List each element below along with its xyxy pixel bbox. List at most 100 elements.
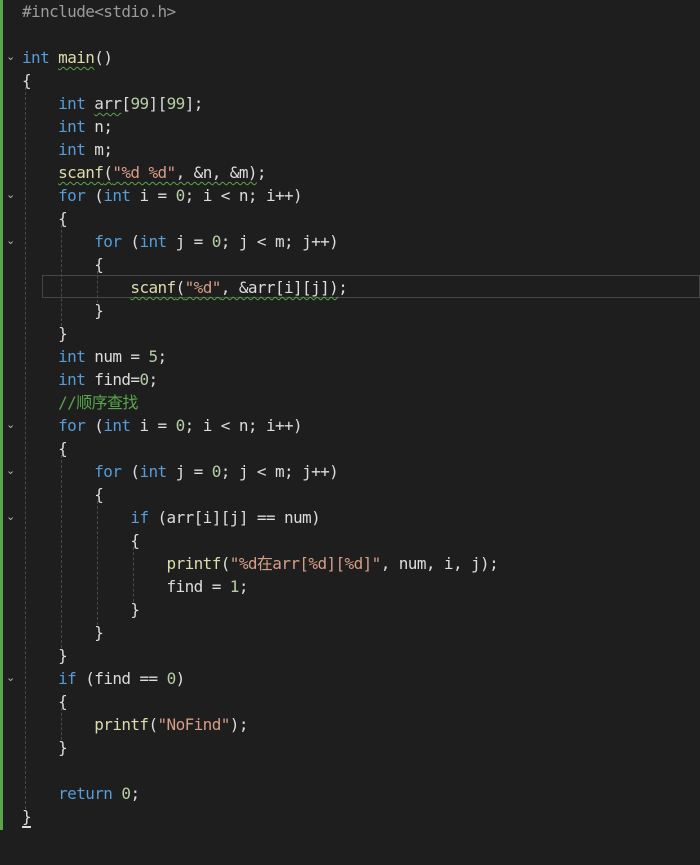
fold-chevron-icon[interactable]: ⌄: [6, 189, 16, 200]
code-token: "%d": [184, 278, 222, 297]
code-token: }: [22, 738, 68, 757]
code-token: ;: [157, 347, 168, 366]
code-token: 0: [175, 186, 186, 205]
code-token: ;: [238, 577, 249, 596]
fold-chevron-icon[interactable]: ⌄: [6, 465, 16, 476]
code-token: (: [148, 715, 158, 734]
code-token: int: [58, 140, 86, 159]
code-line[interactable]: int find=0;: [22, 368, 158, 391]
code-line[interactable]: {: [22, 483, 104, 506]
code-line[interactable]: printf("NoFind");: [22, 713, 248, 736]
code-token: (: [103, 163, 113, 182]
code-token: ;: [338, 278, 348, 297]
code-line[interactable]: }: [22, 598, 140, 621]
code-token: ; j < m; j++): [220, 232, 339, 251]
code-line[interactable]: int m;: [22, 138, 113, 161]
code-token: (): [94, 48, 113, 67]
fold-gutter[interactable]: ⌄ ⌄ ⌄ ⌄ ⌄ ⌄ ⌄: [3, 0, 18, 865]
code-line[interactable]: //顺序查找: [22, 391, 138, 414]
code-token: ; i < n; i++): [184, 416, 303, 435]
code-token: ;: [256, 163, 267, 182]
code-token: find=: [85, 370, 140, 389]
code-token: 0: [175, 416, 186, 435]
code-token: if: [130, 508, 149, 527]
code-line[interactable]: scanf("%d %d", &n, &m);: [22, 161, 266, 184]
code-line[interactable]: for (int j = 0; j < m; j++): [22, 460, 339, 483]
indent-guide: [61, 708, 63, 740]
indent-guide: [61, 225, 63, 326]
code-token: printf: [166, 554, 222, 573]
code-line[interactable]: return 0;: [22, 782, 140, 805]
code-token: int: [103, 416, 131, 435]
code-line[interactable]: for (int j = 0; j < m; j++): [22, 230, 339, 253]
code-line[interactable]: int arr[99][99];: [22, 92, 203, 115]
code-token: "NoFind": [157, 715, 231, 734]
code-line[interactable]: }: [22, 805, 32, 828]
code-token: for: [58, 186, 86, 205]
code-line[interactable]: for (int i = 0; i < n; i++): [22, 414, 303, 437]
code-token: ; i < n; i++): [184, 186, 303, 205]
code-token: scanf: [130, 278, 176, 297]
code-line[interactable]: if (arr[i][j] == num): [22, 506, 320, 529]
code-line[interactable]: #include<stdio.h>: [22, 0, 176, 23]
code-token: , &n, &m): [175, 163, 258, 182]
code-token: ][: [148, 94, 168, 113]
code-token: j =: [166, 462, 212, 481]
code-token: }: [22, 646, 68, 665]
code-token: n;: [85, 117, 113, 136]
code-token: ];: [184, 94, 204, 113]
code-token: 99: [166, 94, 186, 113]
code-token: <stdio.h>: [94, 2, 176, 21]
code-line[interactable]: printf("%d在arr[%d][%d]", num, i, j);: [22, 552, 499, 575]
code-token: {: [22, 485, 104, 504]
code-token: m;: [85, 140, 113, 159]
code-line[interactable]: int main(): [22, 46, 113, 69]
fold-chevron-icon[interactable]: ⌄: [6, 51, 16, 62]
code-token: arr: [94, 94, 122, 113]
code-line[interactable]: {: [22, 253, 104, 276]
code-token: }: [22, 600, 140, 619]
indent-guide: [97, 501, 99, 625]
code-token: {: [22, 531, 140, 550]
code-token: scanf: [58, 163, 104, 182]
code-line[interactable]: {: [22, 529, 140, 552]
code-token: (: [220, 554, 231, 573]
code-line[interactable]: if (find == 0): [22, 667, 185, 690]
code-line[interactable]: {: [22, 69, 32, 92]
code-token: , &arr[i][j]): [220, 278, 339, 297]
code-token: (: [175, 278, 186, 297]
code-token: "%d在arr[%d][%d]": [229, 554, 382, 573]
code-line[interactable]: }: [22, 621, 104, 644]
code-line[interactable]: int n;: [22, 115, 113, 138]
code-token: 1: [229, 577, 240, 596]
code-token: }: [22, 324, 68, 343]
code-token: main: [58, 48, 95, 67]
code-token: 5: [148, 347, 158, 366]
code-token: , num, i, j);: [380, 554, 499, 573]
code-line[interactable]: int num = 5;: [22, 345, 167, 368]
code-token: }: [22, 623, 104, 642]
code-editor[interactable]: ⌄ ⌄ ⌄ ⌄ ⌄ ⌄ ⌄ #include<stdio.h> int main(){ int…: [0, 0, 700, 865]
fold-chevron-icon[interactable]: ⌄: [6, 419, 16, 430]
fold-chevron-icon[interactable]: ⌄: [6, 672, 16, 683]
code-token: ;: [130, 784, 140, 803]
code-line[interactable]: scanf("%d", &arr[i][j]);: [22, 276, 347, 299]
fold-chevron-icon[interactable]: ⌄: [6, 235, 16, 246]
fold-chevron-icon[interactable]: ⌄: [6, 511, 16, 522]
code-line[interactable]: for (int i = 0; i < n; i++): [22, 184, 303, 207]
code-line[interactable]: }: [22, 299, 104, 322]
code-token: );: [229, 715, 249, 734]
code-token: return: [58, 784, 113, 803]
code-line[interactable]: find = 1;: [22, 575, 249, 598]
code-token: "%d %d": [112, 163, 176, 182]
code-token: int: [58, 347, 86, 366]
